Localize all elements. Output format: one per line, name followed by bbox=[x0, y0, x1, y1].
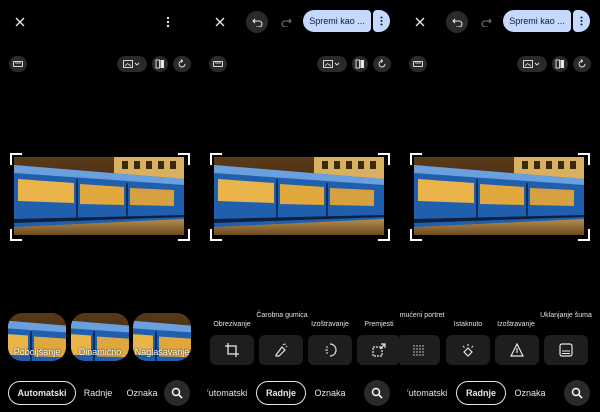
aspect-ratio-dropdown[interactable] bbox=[317, 56, 347, 72]
tab-markup[interactable]: Oznaka bbox=[312, 381, 348, 405]
ruler-icon[interactable] bbox=[9, 56, 27, 72]
crop-handle-top-left[interactable] bbox=[10, 153, 22, 165]
photo-preview[interactable] bbox=[214, 157, 384, 235]
rotate-icon[interactable] bbox=[573, 56, 591, 72]
flip-icon[interactable] bbox=[552, 56, 568, 72]
tool-label: Izoštravanje bbox=[497, 321, 535, 328]
tool-label: Čarobna gumica bbox=[256, 312, 308, 319]
flip-icon[interactable] bbox=[352, 56, 368, 72]
crop-handle-top-left[interactable] bbox=[210, 153, 222, 165]
aspect-ratio-dropdown[interactable] bbox=[517, 56, 547, 72]
tab-automatic[interactable]: Automatski bbox=[8, 381, 76, 405]
redo-icon[interactable] bbox=[475, 11, 497, 33]
suggestion-dynamic[interactable]: Dinamično bbox=[71, 313, 129, 361]
save-copy-button[interactable]: Spremi kao ... bbox=[503, 10, 571, 32]
suggestion-label: Naglašavanje bbox=[134, 347, 190, 357]
editor-panel-automatic: Poboljšanje Dinamično Naglašavanje Autom… bbox=[0, 0, 200, 412]
tab-actions[interactable]: Radnje bbox=[256, 381, 306, 405]
sharpen-tool-button[interactable] bbox=[495, 335, 539, 365]
close-icon[interactable] bbox=[210, 12, 230, 32]
photo-preview[interactable] bbox=[14, 157, 184, 235]
crop-handle-bottom-left[interactable] bbox=[10, 229, 22, 241]
crop-handle-bottom-right[interactable] bbox=[578, 229, 590, 241]
aspect-ratio-dropdown[interactable] bbox=[117, 56, 147, 72]
tab-automatic[interactable]: ’utomatski bbox=[202, 381, 252, 405]
magic-eraser-button[interactable] bbox=[259, 335, 303, 365]
crop-handle-top-right[interactable] bbox=[578, 153, 590, 165]
denoise-button[interactable] bbox=[544, 335, 588, 365]
tab-actions[interactable]: Radnje bbox=[80, 381, 116, 405]
crop-handle-bottom-left[interactable] bbox=[410, 229, 422, 241]
search-icon[interactable] bbox=[164, 380, 190, 406]
highlight-button[interactable] bbox=[446, 335, 490, 365]
more-options-icon[interactable] bbox=[158, 12, 178, 32]
suggestion-label: Dinamično bbox=[78, 347, 122, 357]
tab-actions[interactable]: Radnje bbox=[456, 381, 506, 405]
crop-handle-bottom-right[interactable] bbox=[378, 229, 390, 241]
ruler-icon[interactable] bbox=[209, 56, 227, 72]
undo-icon[interactable] bbox=[246, 11, 268, 33]
crop-handle-top-right[interactable] bbox=[178, 153, 190, 165]
sharpen-tool-button[interactable] bbox=[308, 335, 352, 365]
flip-icon[interactable] bbox=[152, 56, 168, 72]
save-options-button[interactable] bbox=[373, 10, 390, 32]
redo-icon[interactable] bbox=[275, 11, 297, 33]
portrait-blur-button[interactable] bbox=[400, 335, 440, 365]
ruler-icon[interactable] bbox=[409, 56, 427, 72]
crop-handle-bottom-left[interactable] bbox=[210, 229, 222, 241]
editor-panel-actions: Spremi kao ... Obrezivanje Čarobna gumic… bbox=[200, 0, 400, 412]
search-icon[interactable] bbox=[364, 380, 390, 406]
suggestion-enhance[interactable]: Poboljšanje bbox=[8, 313, 66, 361]
rotate-icon[interactable] bbox=[373, 56, 391, 72]
crop-handle-bottom-right[interactable] bbox=[178, 229, 190, 241]
crop-handle-top-right[interactable] bbox=[378, 153, 390, 165]
suggestion-label: Poboljšanje bbox=[13, 347, 61, 357]
tool-label: Zamućeni portret bbox=[400, 312, 445, 319]
move-tool-button[interactable] bbox=[357, 335, 400, 365]
save-copy-button[interactable]: Spremi kao ... bbox=[303, 10, 371, 32]
rotate-icon[interactable] bbox=[173, 56, 191, 72]
tab-markup[interactable]: Oznaka bbox=[124, 381, 160, 405]
tool-label: Obrezivanje bbox=[213, 321, 251, 328]
tool-label: Premjesti bbox=[364, 321, 394, 328]
close-icon[interactable] bbox=[410, 12, 430, 32]
tool-label: Uklanjanje šuma bbox=[540, 312, 592, 319]
tab-automatic[interactable]: ’utomatski bbox=[402, 381, 452, 405]
undo-icon[interactable] bbox=[446, 11, 468, 33]
crop-handle-top-left[interactable] bbox=[410, 153, 422, 165]
crop-tool-button[interactable] bbox=[210, 335, 254, 365]
photo-preview[interactable] bbox=[414, 157, 584, 235]
tab-markup[interactable]: Oznaka bbox=[512, 381, 548, 405]
editor-panel-people: Spremi kao ... Zamućeni portret Istaknut… bbox=[400, 0, 600, 412]
search-icon[interactable] bbox=[564, 380, 590, 406]
close-icon[interactable] bbox=[10, 12, 30, 32]
save-options-button[interactable] bbox=[573, 10, 590, 32]
suggestion-emphasize[interactable]: Naglašavanje bbox=[133, 313, 191, 361]
